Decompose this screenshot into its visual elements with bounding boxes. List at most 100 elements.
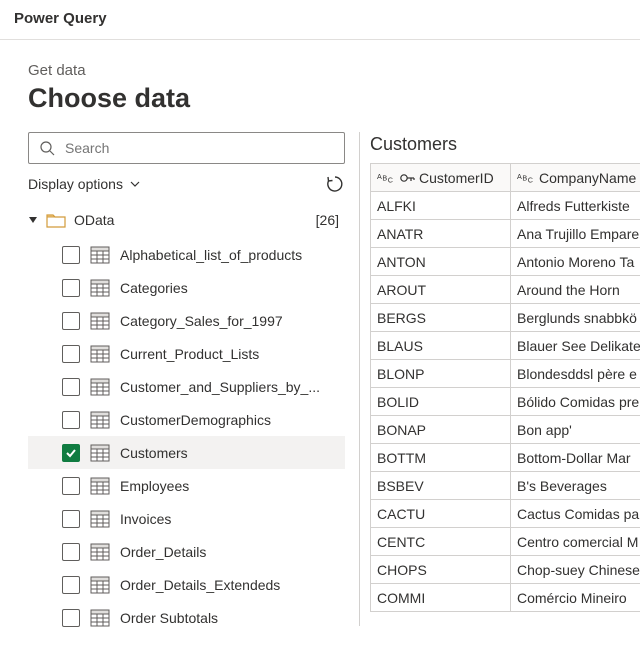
table-cell: Bólido Comidas pre — [511, 388, 640, 416]
checkbox[interactable] — [62, 279, 80, 297]
table-row[interactable]: ANTONAntonio Moreno Ta — [371, 248, 640, 276]
app-title: Power Query — [0, 0, 640, 40]
checkbox[interactable] — [62, 411, 80, 429]
tree-item-label: Order_Details — [120, 544, 206, 560]
svg-text:A: A — [517, 171, 522, 180]
table-row[interactable]: COMMIComércio Mineiro — [371, 584, 640, 612]
tree-item[interactable]: CustomerDemographics — [28, 403, 345, 436]
table-row[interactable]: ALFKIAlfreds Futterkiste — [371, 192, 640, 220]
checkbox[interactable] — [62, 345, 80, 363]
table-cell: Chop-suey Chinese — [511, 556, 640, 584]
tree-item[interactable]: Order_Details — [28, 535, 345, 568]
table-cell: Around the Horn — [511, 276, 640, 304]
checkbox[interactable] — [62, 543, 80, 561]
table-cell: Ana Trujillo Empare — [511, 220, 640, 248]
search-input[interactable] — [28, 132, 345, 164]
column-header[interactable]: ABC CompanyName — [511, 164, 640, 192]
header-title: Choose data — [28, 83, 612, 114]
refresh-button[interactable] — [325, 174, 345, 194]
table-cell: BSBEV — [371, 472, 511, 500]
table-row[interactable]: CENTCCentro comercial M — [371, 528, 640, 556]
expand-collapse-icon[interactable] — [28, 215, 38, 225]
checkbox[interactable] — [62, 312, 80, 330]
tree-item[interactable]: Invoices — [28, 502, 345, 535]
table-icon — [90, 246, 110, 264]
preview-title: Customers — [370, 132, 640, 163]
table-icon — [90, 312, 110, 330]
table-row[interactable]: CHOPSChop-suey Chinese — [371, 556, 640, 584]
tree-root-count: [26] — [316, 212, 345, 228]
checkbox[interactable] — [62, 477, 80, 495]
svg-text:C: C — [388, 175, 393, 184]
table-cell: Blondesddsl père e — [511, 360, 640, 388]
table-row[interactable]: BONAPBon app' — [371, 416, 640, 444]
table-icon — [90, 378, 110, 396]
folder-icon — [46, 212, 66, 228]
search-icon — [39, 140, 55, 156]
table-icon — [90, 510, 110, 528]
tree-root-odata[interactable]: OData [26] — [28, 208, 345, 232]
checkbox[interactable] — [62, 444, 80, 462]
table-cell: BOTTM — [371, 444, 511, 472]
svg-text:C: C — [528, 175, 533, 184]
refresh-icon — [325, 174, 345, 194]
table-row[interactable]: ANATRAna Trujillo Empare — [371, 220, 640, 248]
tree-item-label: Current_Product_Lists — [120, 346, 259, 362]
header-subtitle: Get data — [28, 62, 612, 79]
tree-item[interactable]: Customers — [28, 436, 345, 469]
table-row[interactable]: AROUTAround the Horn — [371, 276, 640, 304]
tree-item[interactable]: Current_Product_Lists — [28, 337, 345, 370]
table-row[interactable]: BLAUSBlauer See Delikate — [371, 332, 640, 360]
table-cell: Antonio Moreno Ta — [511, 248, 640, 276]
page-header: Get data Choose data — [0, 40, 640, 132]
table-cell: ALFKI — [371, 192, 511, 220]
table-icon — [90, 477, 110, 495]
preview-pane: Customers ABC CustomerID ABC CompanyName… — [360, 132, 640, 626]
chevron-down-icon — [129, 178, 141, 190]
table-cell: Berglunds snabbkö — [511, 304, 640, 332]
checkbox[interactable] — [62, 576, 80, 594]
table-cell: Centro comercial M — [511, 528, 640, 556]
checkbox[interactable] — [62, 609, 80, 627]
table-row[interactable]: BLONPBlondesddsl père e — [371, 360, 640, 388]
tree-root-label: OData — [74, 212, 114, 228]
table-cell: CACTU — [371, 500, 511, 528]
text-type-icon: ABC — [377, 171, 395, 185]
table-row[interactable]: CACTUCactus Comidas pa — [371, 500, 640, 528]
table-cell: BONAP — [371, 416, 511, 444]
column-header[interactable]: ABC CustomerID — [371, 164, 511, 192]
table-row[interactable]: BOLIDBólido Comidas pre — [371, 388, 640, 416]
tree-item-label: Order Subtotals — [120, 610, 218, 626]
table-icon — [90, 576, 110, 594]
display-options-dropdown[interactable]: Display options — [28, 176, 141, 192]
tree-item[interactable]: Employees — [28, 469, 345, 502]
checkbox[interactable] — [62, 246, 80, 264]
tree-item-label: Customer_and_Suppliers_by_... — [120, 379, 320, 395]
tree-item[interactable]: Order Subtotals — [28, 601, 345, 634]
svg-text:B: B — [382, 173, 387, 182]
search-field[interactable] — [63, 139, 334, 157]
table-icon — [90, 345, 110, 363]
checkbox[interactable] — [62, 378, 80, 396]
table-cell: COMMI — [371, 584, 511, 612]
table-cell: BERGS — [371, 304, 511, 332]
table-cell: BLONP — [371, 360, 511, 388]
tree-item-label: Invoices — [120, 511, 171, 527]
table-icon — [90, 411, 110, 429]
svg-text:A: A — [377, 171, 382, 180]
tree-item[interactable]: Categories — [28, 271, 345, 304]
table-row[interactable]: BSBEVB's Beverages — [371, 472, 640, 500]
tree-item[interactable]: Category_Sales_for_1997 — [28, 304, 345, 337]
tree-item-label: Categories — [120, 280, 188, 296]
tree-item[interactable]: Order_Details_Extendeds — [28, 568, 345, 601]
tree-item-label: Customers — [120, 445, 188, 461]
table-cell: CHOPS — [371, 556, 511, 584]
svg-text:B: B — [522, 173, 527, 182]
table-cell: BOLID — [371, 388, 511, 416]
tree-item[interactable]: Customer_and_Suppliers_by_... — [28, 370, 345, 403]
table-row[interactable]: BERGSBerglunds snabbkö — [371, 304, 640, 332]
tree-item[interactable]: Alphabetical_list_of_products — [28, 238, 345, 271]
checkbox[interactable] — [62, 510, 80, 528]
table-row[interactable]: BOTTMBottom-Dollar Mar — [371, 444, 640, 472]
table-icon — [90, 444, 110, 462]
